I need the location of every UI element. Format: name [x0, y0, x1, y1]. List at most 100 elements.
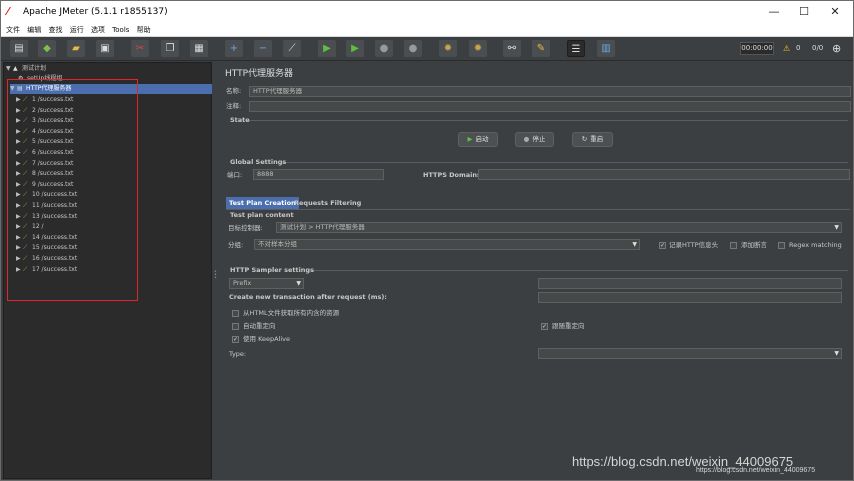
create-transaction-field[interactable]	[538, 292, 842, 303]
stop-circle-icon: ●	[523, 135, 530, 143]
type-select[interactable]: ▼	[538, 348, 842, 359]
grouping-select[interactable]: 不对样本分组 ▼	[254, 239, 640, 250]
new-icon[interactable]: ▤	[10, 40, 28, 57]
record-headers-checkbox[interactable]: ✓	[659, 242, 666, 249]
menu-search[interactable]: 查找	[48, 23, 62, 37]
restart-button[interactable]: ↻ 重启	[572, 132, 613, 147]
prefix-select[interactable]: Prefix ▼	[229, 278, 304, 289]
search-icon[interactable]: ⚯	[503, 40, 521, 57]
https-domains-field[interactable]	[478, 169, 850, 180]
redirect-auto-label: 自动重定向	[243, 322, 276, 330]
retrieve-embedded-label: 从HTML文件获取所有内含的资源	[243, 309, 340, 317]
play-icon: ▶	[467, 135, 473, 143]
grouping-value: 不对样本分组	[258, 240, 297, 248]
global-settings-label: Global Settings	[230, 158, 287, 166]
port-field[interactable]: 8888	[253, 169, 384, 180]
expand-icon[interactable]: +	[225, 40, 243, 57]
restart-button-label: 重启	[590, 135, 604, 143]
start-no-pause-icon[interactable]: ▶	[346, 40, 364, 57]
stop-icon[interactable]: ●	[375, 40, 393, 57]
thread-ratio: 0/0	[812, 44, 824, 52]
collapse-icon[interactable]: −	[254, 40, 272, 57]
sampler-settings-border	[308, 270, 848, 271]
save-icon[interactable]: ▣	[96, 40, 114, 57]
stop-button-label: 停止	[532, 135, 546, 143]
templates-icon[interactable]: ◆	[38, 40, 56, 57]
regex-matching-label: Regex matching	[789, 241, 842, 249]
tab-requests-filtering[interactable]: Requests Filtering	[291, 197, 364, 209]
regex-matching-checkbox[interactable]	[778, 242, 785, 249]
add-assertions-label: 添加断言	[741, 241, 767, 249]
global-settings-border	[282, 162, 848, 163]
help-icon[interactable]: ▥	[597, 40, 615, 57]
panel-title: HTTP代理服务器	[225, 69, 294, 79]
retrieve-embedded-checkbox[interactable]	[232, 310, 239, 317]
target-controller-select[interactable]: 测试计划 > HTTP代理服务器 ▼	[276, 222, 842, 233]
target-controller-value: 测试计划 > HTTP代理服务器	[280, 223, 365, 231]
menu-options[interactable]: 选项	[91, 23, 105, 37]
minimize-button[interactable]: —	[757, 1, 791, 23]
create-transaction-label: Create new transaction after request (ms…	[229, 293, 387, 301]
stop-button[interactable]: ● 停止	[515, 132, 554, 147]
warning-count: 0	[796, 44, 801, 52]
clear-icon[interactable]: ✹	[439, 40, 457, 57]
prefix-field[interactable]	[538, 278, 842, 289]
add-assertions-checkbox[interactable]	[730, 242, 737, 249]
close-button[interactable]: ✕	[818, 1, 852, 23]
remote-start-icon[interactable]: ⊕	[832, 41, 841, 56]
chevron-down-icon: ▼	[632, 241, 637, 248]
maximize-button[interactable]: ☐	[787, 1, 821, 23]
tab-underline	[226, 209, 850, 210]
highlight-box	[7, 79, 138, 301]
reset-search-icon[interactable]: ✎	[532, 40, 550, 57]
shutdown-icon[interactable]: ●	[404, 40, 422, 57]
jmeter-feather-icon: ⁄	[7, 5, 9, 18]
https-domains-label: HTTPS Domains:	[423, 171, 484, 179]
redirect-auto-checkbox[interactable]	[232, 323, 239, 330]
keepalive-label: 使用 KeepAlive	[243, 335, 291, 343]
target-controller-label: 目标控制器:	[228, 224, 263, 232]
jmeter-window: ⁄ Apache JMeter (5.1.1 r1855137) — ☐ ✕ 文…	[0, 0, 854, 481]
comment-label: 注释:	[226, 102, 242, 110]
follow-redirects-label: 跟随重定向	[552, 322, 585, 330]
tree-root[interactable]: ▼ ▲ 测试计划	[6, 64, 46, 74]
toggle-icon[interactable]: ⟋	[283, 40, 301, 57]
function-helper-icon[interactable]: ☰	[567, 40, 585, 57]
sampler-settings-label: HTTP Sampler settings	[230, 266, 314, 274]
chevron-down-icon: ▼	[834, 350, 839, 357]
comment-field[interactable]	[249, 101, 851, 112]
warning-icon[interactable]: ⚠	[783, 42, 790, 55]
keepalive-checkbox[interactable]: ✓	[232, 336, 239, 343]
follow-redirects-checkbox[interactable]: ✓	[541, 323, 548, 330]
start-button-label: 启动	[475, 135, 489, 143]
clear-all-icon[interactable]: ✹	[469, 40, 487, 57]
menu-edit[interactable]: 编辑	[27, 23, 41, 37]
splitter-grip-icon[interactable]: • • •	[214, 270, 217, 281]
name-field[interactable]: HTTP代理服务器	[249, 86, 851, 97]
paste-icon[interactable]: ▦	[190, 40, 208, 57]
window-title: Apache JMeter (5.1.1 r1855137)	[23, 7, 168, 17]
restart-icon: ↻	[581, 135, 588, 143]
port-label: 端口:	[227, 171, 243, 179]
title-bar: ⁄ Apache JMeter (5.1.1 r1855137) — ☐ ✕	[1, 1, 853, 23]
menu-run[interactable]: 运行	[70, 23, 84, 37]
watermark-small: https://blog.csdn.net/weixin_44009675	[696, 467, 816, 474]
open-icon[interactable]: ▰	[67, 40, 85, 57]
name-label: 名称:	[226, 87, 242, 95]
expand-arrow-icon[interactable]: ▼	[6, 64, 13, 74]
menu-help[interactable]: 帮助	[137, 23, 151, 37]
copy-icon[interactable]: ❐	[161, 40, 179, 57]
menu-file[interactable]: 文件	[6, 23, 20, 37]
proxy-config-panel: HTTP代理服务器 名称: HTTP代理服务器 注释: State ▶ 启动 ● 停…	[218, 62, 852, 479]
cut-icon[interactable]: ✂	[131, 40, 149, 57]
record-headers-label: 记录HTTP信息头	[669, 241, 719, 249]
chevron-down-icon: ▼	[296, 280, 301, 287]
tab-test-plan-creation[interactable]: Test Plan Creation	[226, 197, 299, 209]
menu-bar: 文件 编辑 查找 运行 选项 Tools 帮助	[1, 23, 853, 37]
tree-item-label: 测试计划	[22, 65, 47, 72]
menu-tools[interactable]: Tools	[112, 23, 129, 37]
type-label: Type:	[229, 350, 247, 358]
elapsed-timer: 00:00:00	[740, 42, 774, 55]
start-button[interactable]: ▶ 启动	[458, 132, 498, 147]
start-icon[interactable]: ▶	[318, 40, 336, 57]
